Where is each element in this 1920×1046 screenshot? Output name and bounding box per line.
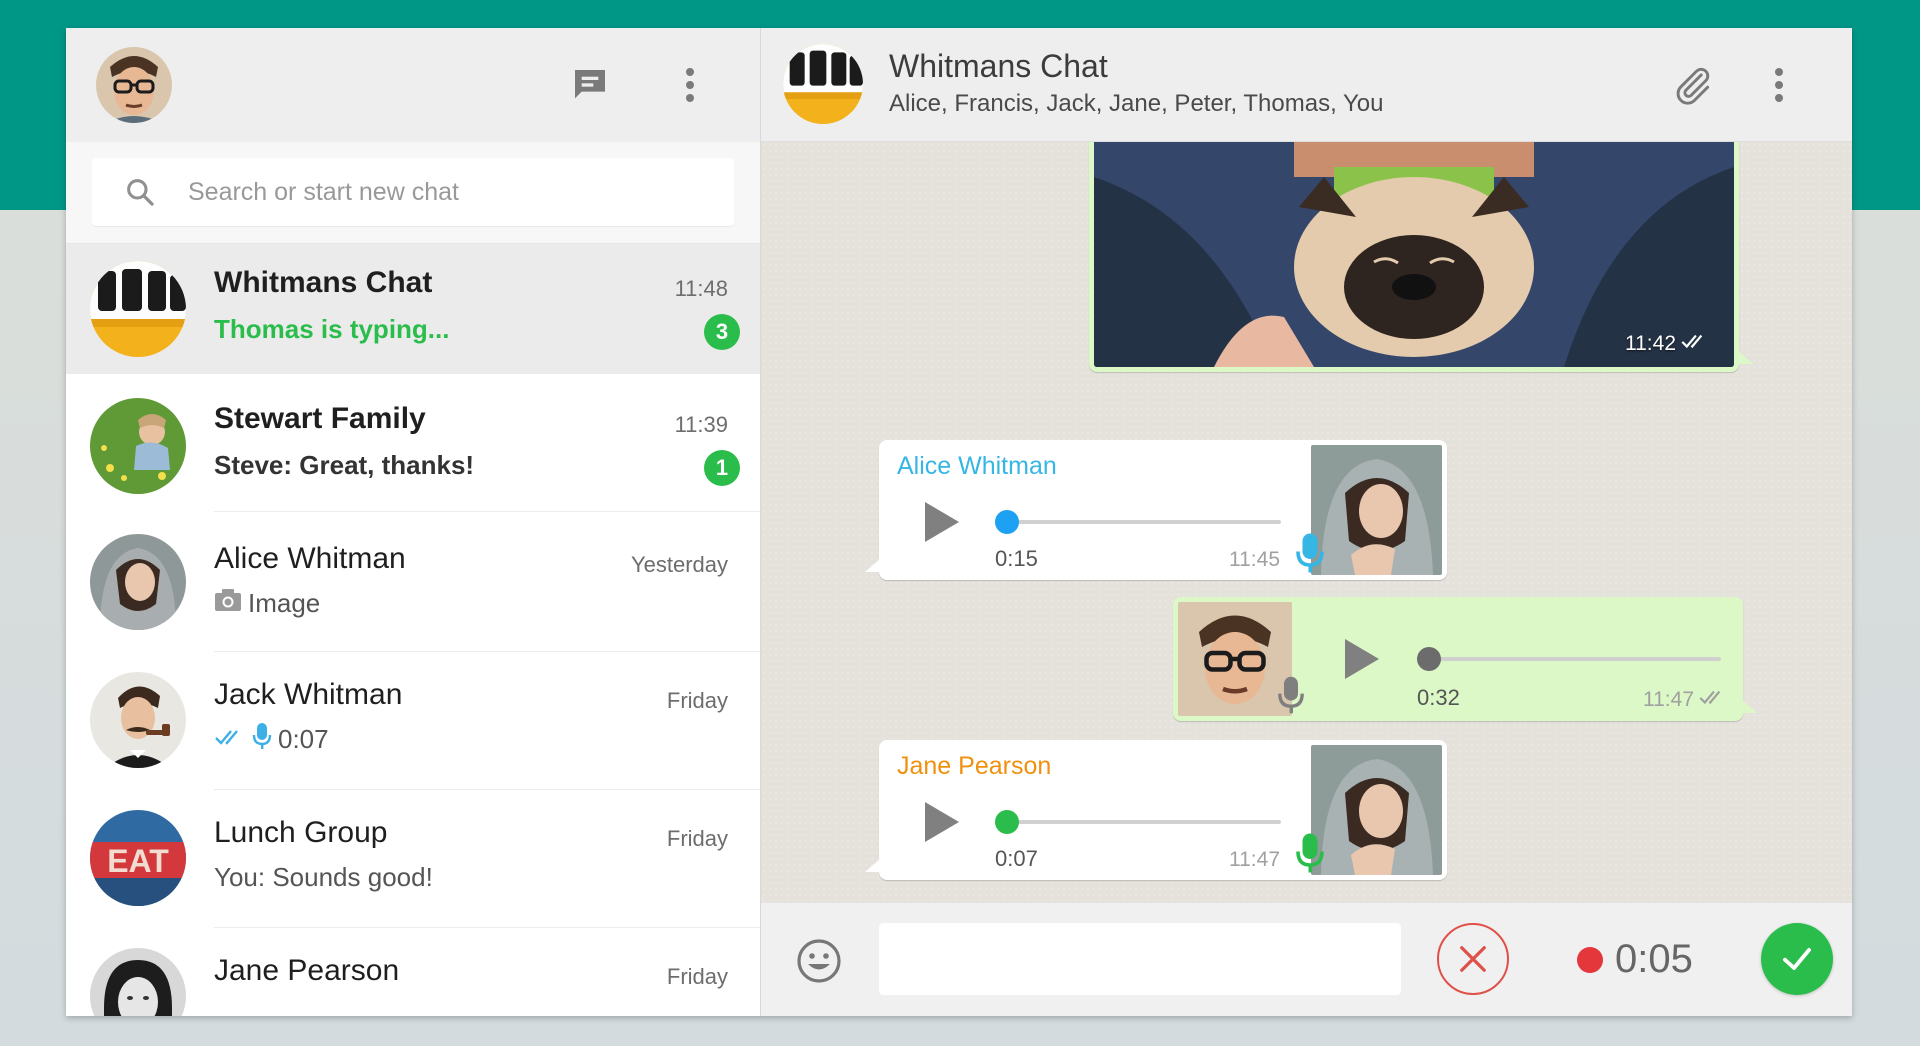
search-input[interactable] <box>188 177 658 207</box>
chat-name: Jack Whitman <box>214 678 403 711</box>
mic-icon <box>1295 832 1325 879</box>
jack-avatar <box>90 672 186 768</box>
chat-time: 11:39 <box>674 412 728 437</box>
chat-preview: You: Sounds good! <box>214 862 433 892</box>
typing-indicator: Thomas is typing... <box>214 314 450 344</box>
voice-progress-knob[interactable] <box>995 810 1019 834</box>
chat-time: Yesterday <box>630 552 728 577</box>
attach-icon[interactable] <box>1669 61 1717 109</box>
read-receipt-icon <box>1698 687 1728 713</box>
recording-timer: 0:05 <box>1615 937 1693 981</box>
play-button[interactable] <box>921 500 961 544</box>
voice-message-jane: Jane Pearson 0:07 11:47 <box>865 740 1447 880</box>
camera-icon <box>214 588 242 619</box>
chat-preview: 0:07 <box>214 722 329 757</box>
family-avatar <box>90 398 186 494</box>
composer: 0:05 <box>761 902 1852 1016</box>
cancel-recording-button[interactable] <box>1437 923 1509 995</box>
chat-time: Friday <box>666 826 728 851</box>
app-window: Whitmans Chat 11:48 Thomas is typing... … <box>66 28 1852 1016</box>
new-chat-icon[interactable] <box>566 61 614 109</box>
sidebar-header <box>66 28 760 142</box>
voice-duration: 0:07 <box>278 724 329 754</box>
chat-preview-text: Image <box>248 588 321 618</box>
sender-name: Jane Pearson <box>897 752 1052 780</box>
message-timestamp: 11:45 <box>1229 548 1280 571</box>
voice-duration: 0:32 <box>1417 685 1460 710</box>
chat-time: Friday <box>666 964 728 989</box>
mic-icon <box>252 722 272 757</box>
sender-name: Alice Whitman <box>897 452 1057 480</box>
search-box <box>92 158 734 226</box>
unread-badge: 1 <box>704 450 740 486</box>
play-button[interactable] <box>921 800 961 844</box>
alice-avatar <box>90 534 186 630</box>
voice-progress-track[interactable] <box>1417 647 1721 671</box>
chat-item-jack-whitman[interactable]: Jack Whitman Friday 0:07 <box>66 652 760 790</box>
voice-progress-knob[interactable] <box>995 510 1019 534</box>
voice-duration: 0:07 <box>995 846 1038 871</box>
chat-name: Jane Pearson <box>214 954 400 987</box>
chat-time: 11:48 <box>674 276 728 301</box>
voice-progress-knob[interactable] <box>1417 647 1441 671</box>
mic-icon <box>1277 675 1305 720</box>
unread-badge: 3 <box>704 314 740 350</box>
search-icon <box>92 176 188 208</box>
message-input[interactable] <box>879 923 1401 995</box>
voice-message-outgoing: 0:32 11:47 <box>1173 597 1757 721</box>
close-icon <box>1460 946 1486 972</box>
message-list: 11:42 Alice Whitman 0:15 11:45 0:32 11:4… <box>761 142 1852 902</box>
jane-avatar <box>90 948 186 1016</box>
chat-preview: Image <box>214 588 320 619</box>
double-check-icon <box>214 724 246 755</box>
voice-progress-track[interactable] <box>995 510 1281 534</box>
chat-name: Lunch Group <box>214 816 388 849</box>
read-receipt-icon <box>1680 331 1710 357</box>
group-avatar <box>90 261 186 357</box>
chat-item-lunch-group[interactable]: EAT Lunch Group Friday You: Sounds good! <box>66 790 760 928</box>
chat-item-jane-pearson[interactable]: Jane Pearson Friday <box>66 928 760 1016</box>
svg-text:EAT: EAT <box>107 843 169 879</box>
message-timestamp: 11:47 <box>1229 848 1280 871</box>
chat-time: Friday <box>666 688 728 713</box>
conversation-header[interactable]: Whitmans Chat Alice, Francis, Jack, Jane… <box>761 28 1852 142</box>
chat-item-alice-whitman[interactable]: Alice Whitman Yesterday Image <box>66 512 760 652</box>
image-message[interactable]: 11:42 <box>1089 142 1753 372</box>
sidebar: Whitmans Chat 11:48 Thomas is typing... … <box>66 28 761 1016</box>
chat-name: Whitmans Chat <box>214 266 433 299</box>
conversation-menu-icon[interactable] <box>1755 61 1803 109</box>
mic-icon <box>1295 532 1325 579</box>
conversation-title: Whitmans Chat <box>889 48 1108 84</box>
chat-item-stewart-family[interactable]: Stewart Family 11:39 Steve: Great, thank… <box>66 374 760 512</box>
conversation-avatar[interactable] <box>783 44 863 124</box>
image-timestamp: 11:42 <box>1625 331 1710 357</box>
voice-progress-track[interactable] <box>995 810 1281 834</box>
lunch-group-avatar: EAT <box>90 810 186 906</box>
participants-list: Alice, Francis, Jack, Jane, Peter, Thoma… <box>889 90 1384 117</box>
voice-message-alice: Alice Whitman 0:15 11:45 <box>865 440 1447 580</box>
play-button[interactable] <box>1341 637 1381 681</box>
alice-thumbnail <box>1311 445 1442 575</box>
voice-duration: 0:15 <box>995 546 1038 571</box>
pug-photo[interactable]: 11:42 <box>1094 142 1734 367</box>
menu-icon[interactable] <box>666 61 714 109</box>
recording-indicator <box>1577 947 1603 973</box>
chat-list: Whitmans Chat 11:48 Thomas is typing... … <box>66 244 760 1016</box>
check-icon <box>1783 948 1811 970</box>
chat-name: Stewart Family <box>214 402 426 435</box>
emoji-icon[interactable] <box>795 937 843 985</box>
chat-item-whitmans-chat[interactable]: Whitmans Chat 11:48 Thomas is typing... … <box>66 244 760 374</box>
search-bar <box>66 142 760 244</box>
send-recording-button[interactable] <box>1761 923 1833 995</box>
chat-preview: Steve: Great, thanks! <box>214 450 475 480</box>
my-thumbnail <box>1178 602 1292 716</box>
my-avatar[interactable] <box>96 47 172 123</box>
conversation-pane: Whitmans Chat Alice, Francis, Jack, Jane… <box>761 28 1852 1016</box>
message-timestamp: 11:47 <box>1643 687 1728 713</box>
chat-name: Alice Whitman <box>214 542 406 575</box>
jane-thumbnail <box>1311 745 1442 875</box>
